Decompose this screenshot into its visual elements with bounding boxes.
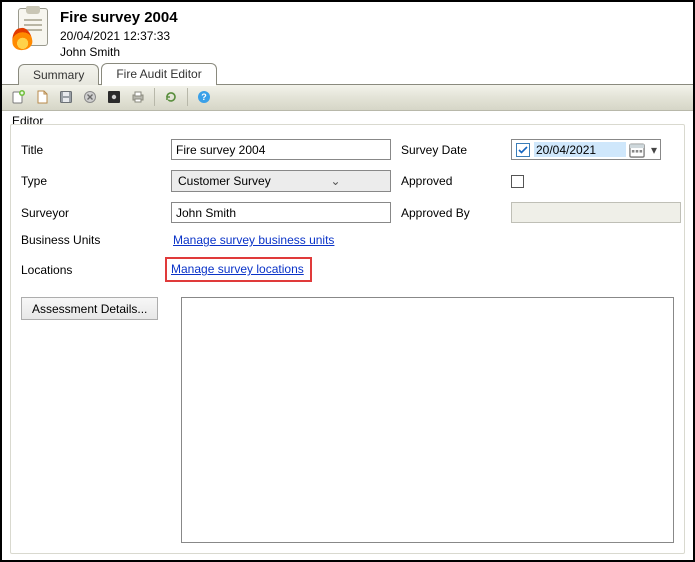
- page-icon[interactable]: [32, 87, 52, 107]
- app-window: Fire survey 2004 20/04/2021 12:37:33 Joh…: [0, 0, 695, 562]
- label-business-units: Business Units: [21, 233, 161, 247]
- toolbar-divider: [154, 88, 155, 106]
- title-field[interactable]: [171, 139, 391, 160]
- tab-fire-audit-editor[interactable]: Fire Audit Editor: [101, 63, 216, 85]
- toolbar: ?: [2, 85, 693, 111]
- new-icon[interactable]: [8, 87, 28, 107]
- save-icon[interactable]: [56, 87, 76, 107]
- tab-summary[interactable]: Summary: [18, 64, 99, 85]
- label-type: Type: [21, 174, 161, 188]
- print-icon[interactable]: [128, 87, 148, 107]
- page-title: Fire survey 2004: [60, 8, 178, 28]
- header-timestamp: 20/04/2021 12:37:33: [60, 28, 178, 44]
- svg-text:?: ?: [201, 92, 207, 102]
- editor-panel: Title Survey Date 20/04/2021 ▾ Type Cust…: [10, 124, 685, 554]
- label-surveyor: Surveyor: [21, 206, 161, 220]
- header: Fire survey 2004 20/04/2021 12:37:33 Joh…: [2, 2, 693, 63]
- approved-by-field: [511, 202, 681, 223]
- approved-checkbox[interactable]: [511, 175, 524, 188]
- label-title: Title: [21, 143, 161, 157]
- date-check-icon[interactable]: [516, 143, 530, 157]
- cancel-icon[interactable]: [80, 87, 100, 107]
- assessment-details-button[interactable]: Assessment Details...: [21, 297, 158, 320]
- surveyor-field[interactable]: [171, 202, 391, 223]
- refresh-icon[interactable]: [161, 87, 181, 107]
- help-icon[interactable]: ?: [194, 87, 214, 107]
- highlight-box: Manage survey locations: [165, 257, 312, 282]
- stop-icon[interactable]: [104, 87, 124, 107]
- toolbar-divider: [187, 88, 188, 106]
- survey-date-picker[interactable]: 20/04/2021 ▾: [511, 139, 661, 160]
- tabstrip: Summary Fire Audit Editor: [2, 63, 693, 85]
- calendar-icon[interactable]: [628, 142, 646, 158]
- chevron-down-icon: ⌄: [281, 174, 390, 188]
- type-value: Customer Survey: [172, 174, 281, 188]
- label-approved-by: Approved By: [401, 206, 501, 220]
- fire-clipboard-icon: [10, 6, 54, 50]
- header-text: Fire survey 2004 20/04/2021 12:37:33 Joh…: [60, 6, 178, 61]
- label-locations: Locations: [21, 263, 161, 277]
- manage-business-units-link[interactable]: Manage survey business units: [173, 233, 334, 247]
- manage-locations-link[interactable]: Manage survey locations: [171, 261, 306, 278]
- label-survey-date: Survey Date: [401, 143, 501, 157]
- header-user: John Smith: [60, 44, 178, 60]
- label-approved: Approved: [401, 174, 501, 188]
- details-textarea[interactable]: [181, 297, 674, 543]
- chevron-down-icon[interactable]: ▾: [648, 143, 660, 157]
- type-select[interactable]: Customer Survey ⌄: [171, 170, 391, 192]
- survey-date-value: 20/04/2021: [534, 142, 626, 157]
